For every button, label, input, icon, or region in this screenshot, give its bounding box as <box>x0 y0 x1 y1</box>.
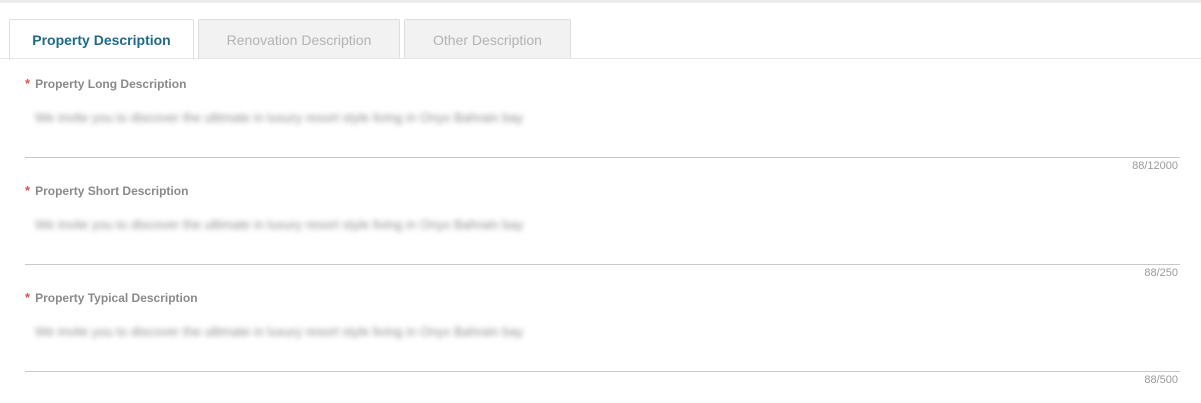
required-marker: * <box>25 76 31 91</box>
field-label: Property Long Description <box>35 77 187 91</box>
character-counter: 88/12000 <box>1132 160 1178 172</box>
property-long-description-input[interactable]: We invite you to discover the ultimate i… <box>35 110 1180 126</box>
tabs-divider <box>0 58 1201 59</box>
description-tabs: Property Description Renovation Descript… <box>9 19 571 60</box>
property-typical-description-input[interactable]: We invite you to discover the ultimate i… <box>35 324 1180 340</box>
field-label-row: * Property Typical Description <box>25 290 1180 306</box>
character-counter: 88/250 <box>1144 267 1178 279</box>
required-marker: * <box>25 290 31 305</box>
field-label: Property Short Description <box>35 184 189 198</box>
required-marker: * <box>25 183 31 198</box>
field-underline <box>25 371 1180 372</box>
field-underline <box>25 157 1180 158</box>
property-short-description-field: * Property Short Description We invite y… <box>25 183 1180 279</box>
field-label-row: * Property Long Description <box>25 76 1180 92</box>
property-typical-description-field: * Property Typical Description We invite… <box>25 290 1180 386</box>
tab-other-description[interactable]: Other Description <box>404 19 571 59</box>
tab-renovation-description[interactable]: Renovation Description <box>198 19 400 59</box>
field-label-row: * Property Short Description <box>25 183 1180 199</box>
field-underline <box>25 264 1180 265</box>
field-label: Property Typical Description <box>35 291 198 305</box>
character-counter: 88/500 <box>1144 374 1178 386</box>
tab-property-description[interactable]: Property Description <box>9 19 194 60</box>
property-short-description-input[interactable]: We invite you to discover the ultimate i… <box>35 217 1180 233</box>
top-border <box>0 0 1201 3</box>
property-long-description-field: * Property Long Description We invite yo… <box>25 76 1180 172</box>
